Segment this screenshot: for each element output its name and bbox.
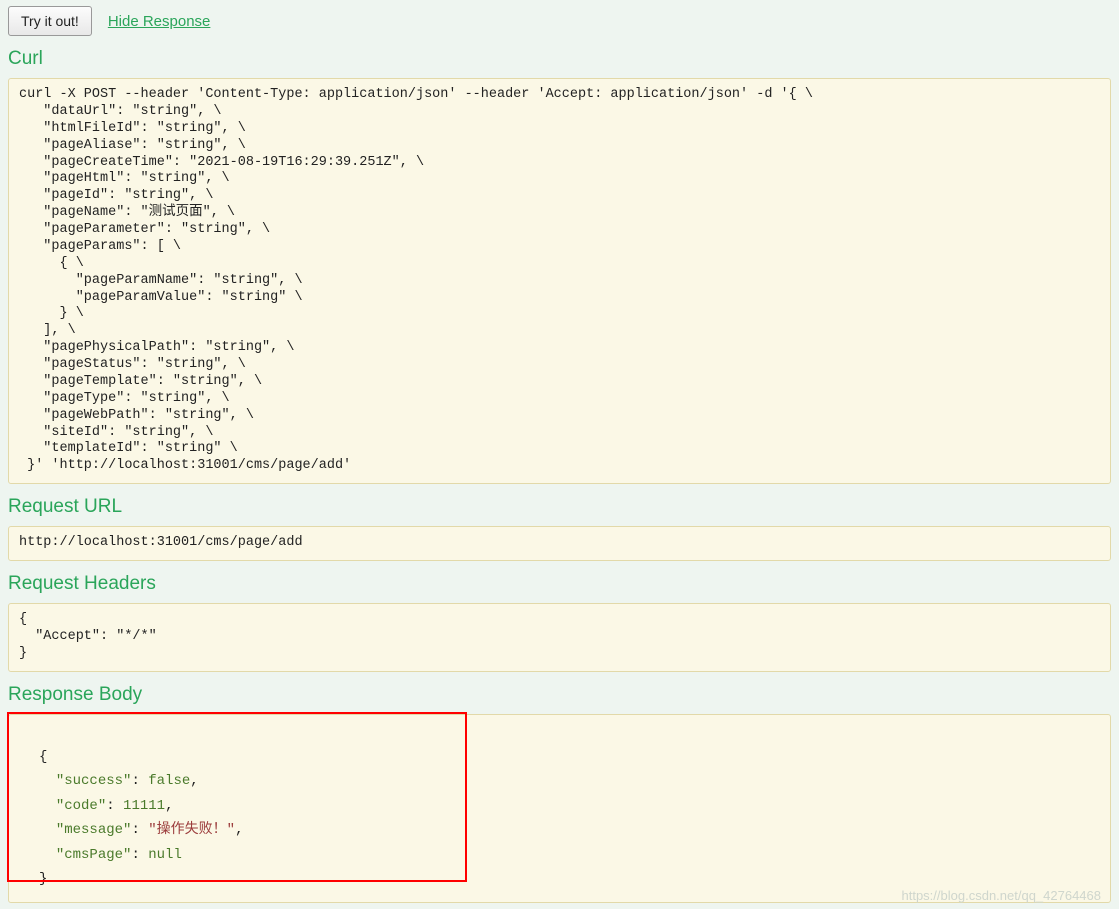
response-wrapper: { "success": false, "code": 11111, "mess…	[8, 714, 1111, 903]
request-url-heading: Request URL	[8, 496, 1111, 518]
request-headers-heading: Request Headers	[8, 573, 1111, 595]
request-headers-body: { "Accept": "*/*" }	[8, 603, 1111, 672]
resp-val-cmspage: null	[148, 847, 182, 863]
resp-key-code: "code"	[56, 798, 106, 814]
resp-key-success: "success"	[56, 773, 132, 789]
hide-response-link[interactable]: Hide Response	[108, 13, 211, 30]
top-row: Try it out! Hide Response	[8, 6, 1111, 36]
request-url-body: http://localhost:31001/cms/page/add	[8, 526, 1111, 561]
response-body-block: { "success": false, "code": 11111, "mess…	[8, 714, 1111, 903]
response-body-heading: Response Body	[8, 684, 1111, 706]
resp-val-code: 11111	[123, 798, 165, 814]
resp-key-cmspage: "cmsPage"	[56, 847, 132, 863]
resp-val-message: "操作失败！"	[148, 822, 235, 838]
curl-heading: Curl	[8, 48, 1111, 70]
resp-val-success: false	[148, 773, 190, 789]
resp-key-message: "message"	[56, 822, 132, 838]
try-it-out-button[interactable]: Try it out!	[8, 6, 92, 36]
curl-body: curl -X POST --header 'Content-Type: app…	[8, 78, 1111, 484]
